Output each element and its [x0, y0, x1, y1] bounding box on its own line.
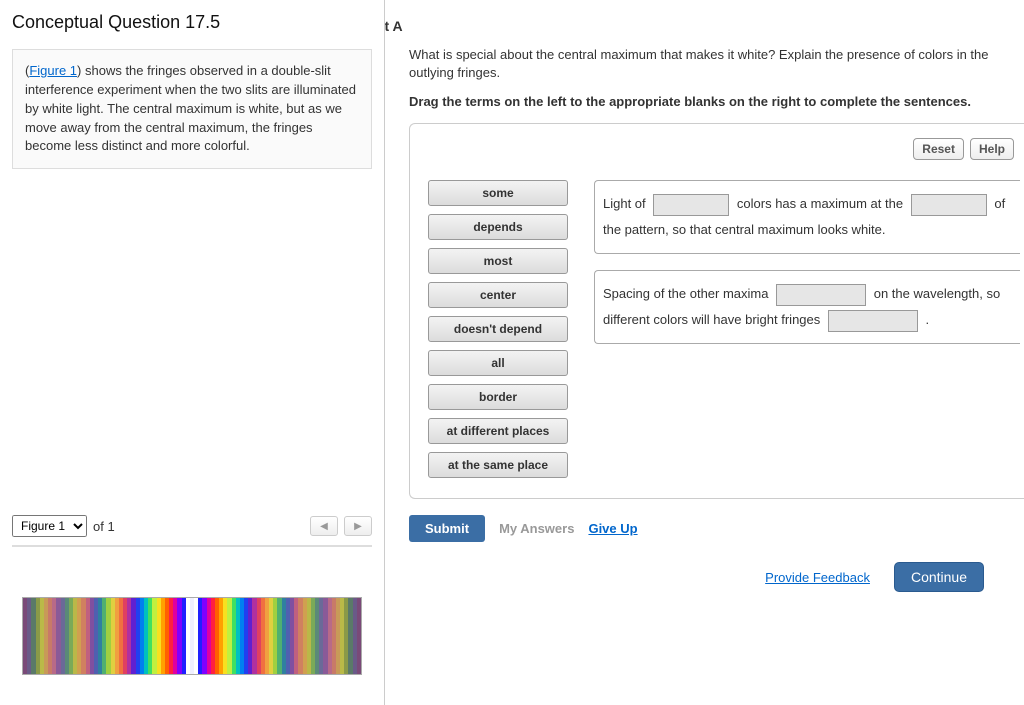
blanks-column: Light of colors has a maximum at the of …	[594, 180, 1024, 344]
term-most[interactable]: most	[428, 248, 568, 274]
help-button[interactable]: Help	[970, 138, 1014, 160]
figure-link[interactable]: Figure 1	[29, 63, 77, 78]
figure-navigator: Figure 1 of 1 ◀ ▶	[12, 507, 372, 537]
right-panel: rt A What is special about the central m…	[385, 0, 1024, 705]
figure-select[interactable]: Figure 1	[12, 515, 87, 537]
reset-button[interactable]: Reset	[913, 138, 964, 160]
term-at-different-places[interactable]: at different places	[428, 418, 568, 444]
figure-area	[12, 545, 372, 705]
blank-3[interactable]	[776, 284, 866, 306]
prompt-text: What is special about the central maximu…	[409, 46, 1024, 82]
submit-button[interactable]: Submit	[409, 515, 485, 542]
sentence-box-2: Spacing of the other maxima on the wavel…	[594, 270, 1020, 344]
figure-prev-button[interactable]: ◀	[310, 516, 338, 536]
figure-count: of 1	[93, 519, 115, 534]
footer-row: Provide Feedback Continue	[385, 562, 984, 592]
left-panel: Conceptual Question 17.5 (Figure 1) show…	[0, 0, 385, 705]
instruction-text: Drag the terms on the left to the approp…	[409, 94, 1024, 109]
term-all[interactable]: all	[428, 350, 568, 376]
term-doesn-t-depend[interactable]: doesn't depend	[428, 316, 568, 342]
fringes-image	[22, 597, 362, 675]
sentence-box-1: Light of colors has a maximum at the of …	[594, 180, 1020, 254]
figure-next-button[interactable]: ▶	[344, 516, 372, 536]
give-up-link[interactable]: Give Up	[588, 521, 637, 536]
question-title: Conceptual Question 17.5	[12, 12, 372, 33]
term-some[interactable]: some	[428, 180, 568, 206]
term-at-the-same-place[interactable]: at the same place	[428, 452, 568, 478]
blank-4[interactable]	[828, 310, 918, 332]
blank-1[interactable]	[653, 194, 729, 216]
blank-2[interactable]	[911, 194, 987, 216]
work-area: Reset Help some depends most center doesn't …	[409, 123, 1024, 499]
continue-button[interactable]: Continue	[894, 562, 984, 592]
part-label: rt A	[385, 18, 1024, 34]
my-answers-link[interactable]: My Answers	[499, 521, 574, 536]
description-box: (Figure 1) shows the fringes observed in…	[12, 49, 372, 169]
term-border[interactable]: border	[428, 384, 568, 410]
term-depends[interactable]: depends	[428, 214, 568, 240]
submit-row: Submit My Answers Give Up	[409, 515, 1024, 542]
term-center[interactable]: center	[428, 282, 568, 308]
provide-feedback-link[interactable]: Provide Feedback	[765, 570, 870, 585]
terms-column: some depends most center doesn't depend all bo…	[428, 180, 568, 478]
